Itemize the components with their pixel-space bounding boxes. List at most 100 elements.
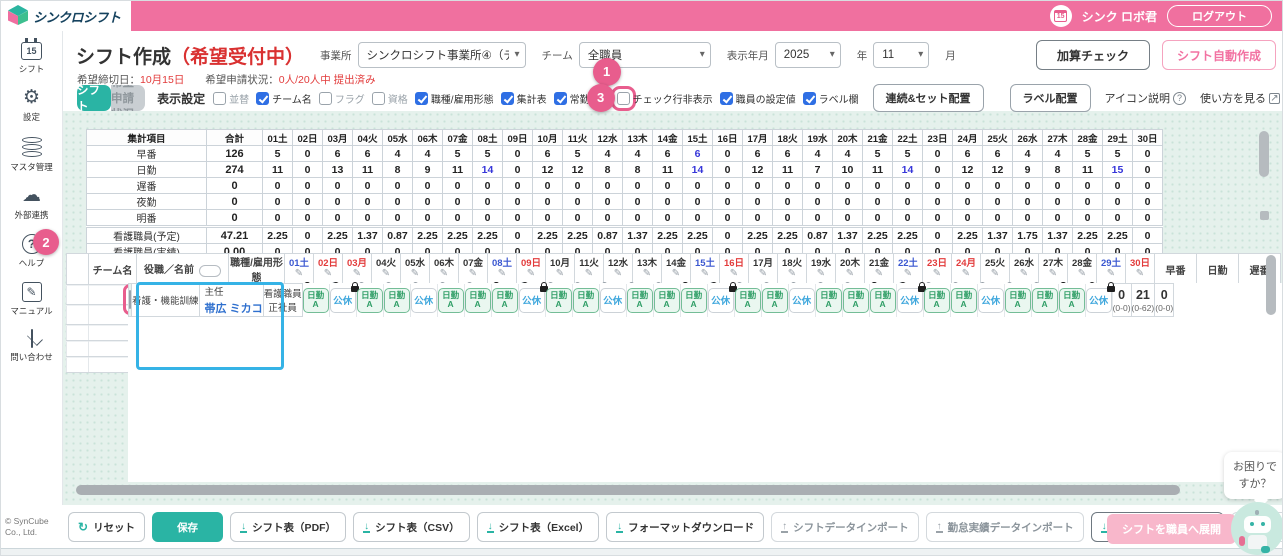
- pencil-icon[interactable]: ✎: [430, 269, 458, 279]
- pencil-icon[interactable]: ✎: [546, 269, 574, 279]
- shift-cell[interactable]: 日勤A: [734, 284, 761, 317]
- shift-cell[interactable]: 日勤A: [815, 284, 842, 317]
- shift-label-cell[interactable]: [67, 342, 89, 357]
- shift-cell[interactable]: 日勤A: [545, 284, 572, 317]
- shift-chip[interactable]: 日勤A: [492, 288, 518, 313]
- checkbox[interactable]: [415, 92, 428, 105]
- shift-cell[interactable]: 公休: [707, 284, 734, 317]
- toolbar-button-保存[interactable]: 保存: [152, 512, 223, 542]
- chat-robot-avatar[interactable]: [1231, 502, 1283, 555]
- shift-cell[interactable]: 公休: [788, 284, 815, 317]
- pencil-icon[interactable]: ✎: [285, 269, 313, 279]
- shift-cell[interactable]: 日勤A: [950, 284, 977, 317]
- shift-cell[interactable]: 日勤A: [464, 284, 491, 317]
- shift-chip[interactable]: 日勤A: [438, 288, 464, 313]
- shift-cell[interactable]: 公休: [410, 284, 437, 317]
- pencil-icon[interactable]: ✎: [343, 269, 371, 279]
- shift-chip[interactable]: 日勤A: [384, 288, 410, 313]
- checkbox[interactable]: [213, 92, 226, 105]
- display-setting-職種/雇用形態[interactable]: 職種/雇用形態: [415, 91, 494, 106]
- shift-chip[interactable]: 日勤A: [681, 288, 707, 313]
- shift-cell[interactable]: 日勤A: [356, 284, 383, 317]
- shift-chip[interactable]: 公休: [600, 288, 626, 313]
- shift-chip[interactable]: 日勤A: [1005, 288, 1031, 313]
- pencil-icon[interactable]: ✎: [1039, 269, 1067, 279]
- shift-chip[interactable]: 日勤A: [735, 288, 761, 313]
- shift-chip[interactable]: 公休: [411, 288, 437, 313]
- usage-guide-link[interactable]: 使い方を見る↗: [1200, 90, 1280, 106]
- shift-cell[interactable]: 公休: [329, 284, 356, 317]
- checkbox[interactable]: [720, 92, 733, 105]
- row-checkbox[interactable]: [129, 290, 131, 309]
- display-setting-チェック行非表示[interactable]: チェック行非表示13: [617, 91, 713, 106]
- shift-chip[interactable]: 日勤A: [924, 288, 950, 313]
- shift-chip[interactable]: 日勤A: [951, 288, 977, 313]
- shift-cell[interactable]: 日勤A: [491, 284, 518, 317]
- pencil-icon[interactable]: ✎: [372, 269, 400, 279]
- pencil-icon[interactable]: ✎: [778, 269, 806, 279]
- shift-chip[interactable]: 日勤A: [357, 288, 383, 313]
- pencil-icon[interactable]: ✎: [1010, 269, 1038, 279]
- shift-chip[interactable]: 日勤A: [1032, 288, 1058, 313]
- display-setting-チーム名[interactable]: チーム名: [256, 91, 312, 106]
- checkbox[interactable]: [372, 92, 385, 105]
- shift-chip[interactable]: 日勤A: [1059, 288, 1085, 313]
- sidebar-item-shift[interactable]: 15シフト: [1, 31, 62, 81]
- name-filter-pill[interactable]: [199, 265, 221, 277]
- shift-cell[interactable]: 日勤A: [1004, 284, 1031, 317]
- label-placement-button[interactable]: ラベル配置: [1010, 84, 1091, 112]
- shift-cell[interactable]: 日勤A: [383, 284, 410, 317]
- display-setting-並替[interactable]: 並替: [213, 91, 249, 106]
- toolbar-button-フォーマットダウンロード[interactable]: ↓フォーマットダウンロード: [606, 512, 764, 542]
- toolbar-button-シフト表（PDF）[interactable]: ↓シフト表（PDF）: [230, 512, 346, 542]
- shift-chip[interactable]: 日勤A: [303, 288, 329, 313]
- shift-chip[interactable]: 日勤A: [870, 288, 896, 313]
- display-setting-職員の設定値[interactable]: 職員の設定値: [720, 91, 796, 106]
- sidebar-item-external[interactable]: ☁外部連携: [1, 179, 62, 227]
- shift-label-cell[interactable]: [67, 286, 89, 305]
- pencil-icon[interactable]: ✎: [633, 269, 661, 279]
- toolbar-button-勤怠実績データインポート[interactable]: ↑勤怠実績データインポート: [926, 512, 1084, 542]
- shift-chip[interactable]: 日勤A: [816, 288, 842, 313]
- shift-cell[interactable]: 日勤A: [761, 284, 788, 317]
- pencil-icon[interactable]: ✎: [459, 269, 487, 279]
- sidebar-item-settings[interactable]: ⚙設定: [1, 81, 62, 129]
- pencil-icon[interactable]: ✎: [1126, 269, 1154, 279]
- sidebar-item-manual[interactable]: ✎マニュアル: [1, 275, 62, 323]
- pencil-icon[interactable]: ✎: [314, 269, 342, 279]
- toolbar-button-シフトデータインポート[interactable]: ↑シフトデータインポート: [771, 512, 919, 542]
- pencil-icon[interactable]: ✎: [836, 269, 864, 279]
- app-logo[interactable]: シンクロシフト: [1, 1, 131, 31]
- pencil-icon[interactable]: ✎: [691, 269, 719, 279]
- pencil-icon[interactable]: ✎: [1097, 269, 1125, 279]
- icon-legend-link[interactable]: アイコン説明?: [1105, 90, 1186, 106]
- shift-cell[interactable]: 日勤A: [842, 284, 869, 317]
- shift-cell[interactable]: 公休: [1085, 284, 1112, 317]
- shift-cell[interactable]: 日勤A: [1058, 284, 1085, 317]
- pencil-icon[interactable]: ✎: [865, 269, 893, 279]
- shift-chip[interactable]: 日勤A: [762, 288, 788, 313]
- shift-cell[interactable]: 日勤A: [923, 284, 950, 317]
- shift-cell[interactable]: 公休: [599, 284, 626, 317]
- shift-label-cell[interactable]: [67, 306, 89, 325]
- shift-chip[interactable]: 公休: [330, 288, 356, 313]
- display-setting-資格[interactable]: 資格: [372, 91, 408, 106]
- auto-create-shift-button[interactable]: シフト自動作成: [1162, 40, 1276, 70]
- pencil-icon[interactable]: ✎: [894, 269, 922, 279]
- sidebar-item-contact[interactable]: 問い合わせ: [1, 323, 62, 369]
- display-setting-集計表[interactable]: 集計表: [501, 91, 547, 106]
- tab-shift[interactable]: シフト: [77, 85, 111, 111]
- shift-chip[interactable]: 公休: [1086, 288, 1112, 313]
- pencil-icon[interactable]: ✎: [1068, 269, 1096, 279]
- shift-chip[interactable]: 日勤A: [654, 288, 680, 313]
- vertical-scrollbar-summary[interactable]: [1259, 131, 1269, 177]
- checkbox[interactable]: [803, 92, 816, 105]
- horizontal-scrollbar[interactable]: [76, 485, 1180, 495]
- office-select[interactable]: シンクロシフト事業所④（デモ: [358, 42, 526, 68]
- pencil-icon[interactable]: ✎: [517, 269, 545, 279]
- shift-label-cell[interactable]: [67, 358, 89, 373]
- pencil-icon[interactable]: ✎: [807, 269, 835, 279]
- display-setting-ラベル欄[interactable]: ラベル欄: [803, 91, 859, 106]
- shift-cell[interactable]: 日勤A: [572, 284, 599, 317]
- shift-chip[interactable]: 日勤A: [465, 288, 491, 313]
